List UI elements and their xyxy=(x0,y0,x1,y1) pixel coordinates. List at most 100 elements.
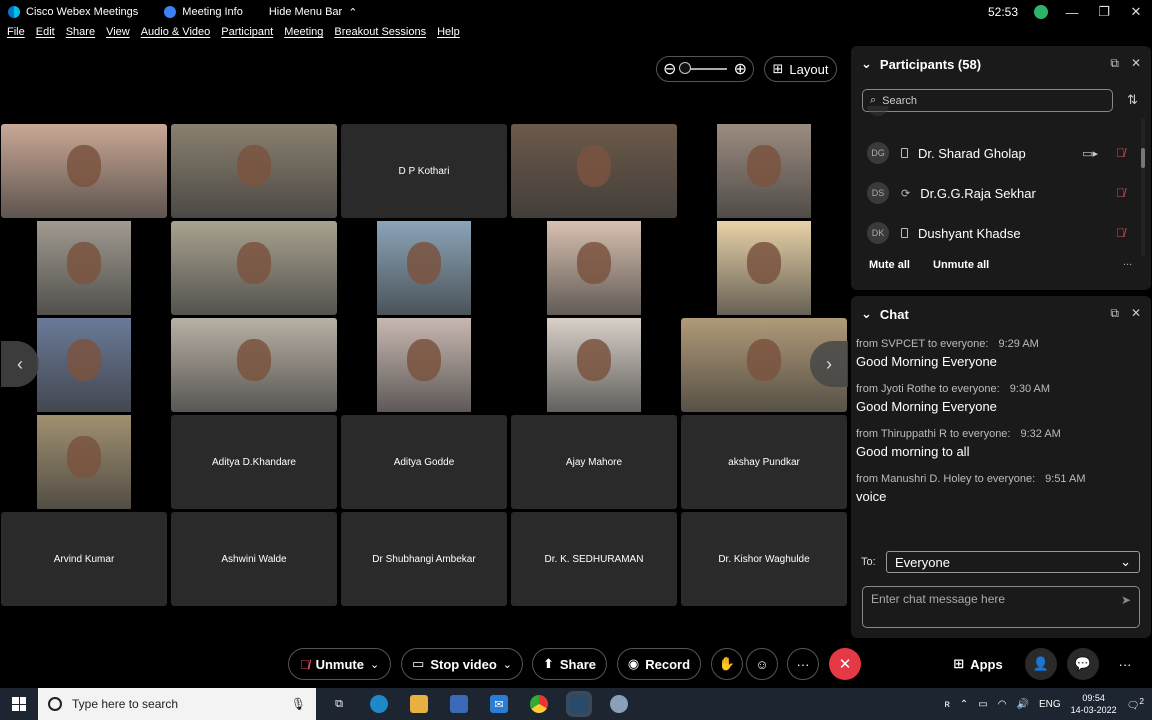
participant-row[interactable]: DS ⟳ Dr.G.G.Raja Sekhar 🎙̸ xyxy=(867,180,1137,206)
participant-tile[interactable] xyxy=(681,221,847,315)
participant-face xyxy=(577,338,611,381)
file-explorer-icon[interactable] xyxy=(410,695,428,713)
zoom-in-icon[interactable]: ⊕ xyxy=(734,59,747,79)
menu-view[interactable]: View xyxy=(106,26,130,44)
microsoft-store-icon[interactable] xyxy=(450,695,468,713)
record-button[interactable]: ◉ Record xyxy=(617,648,701,680)
task-view-icon[interactable]: ⧉ xyxy=(330,695,348,713)
menu-participant[interactable]: Participant xyxy=(221,26,273,44)
notifications-icon[interactable]: 🗨2 xyxy=(1127,696,1144,711)
participant-tile[interactable] xyxy=(341,221,507,315)
stop-video-button[interactable]: ▭ Stop video ⌄ xyxy=(401,648,523,680)
hide-menu-bar-button[interactable]: Hide Menu Bar ⌃ xyxy=(269,6,358,19)
close-panel-icon[interactable]: ✕ xyxy=(1131,56,1141,71)
chevron-down-icon[interactable]: ⌄ xyxy=(370,658,379,671)
participant-tile[interactable] xyxy=(171,124,337,218)
menu-file[interactable]: File xyxy=(7,26,25,44)
more-options-button[interactable]: ... xyxy=(1123,256,1132,268)
participant-row[interactable]: DK Dushyant Khadse 🎙̸ xyxy=(867,220,1137,246)
menu-share[interactable]: Share xyxy=(66,26,95,44)
unmute-all-button[interactable]: Unmute all xyxy=(933,259,989,271)
participant-tile[interactable]: Dr. Kishor Waghulde xyxy=(681,512,847,606)
popout-icon[interactable]: ⧉ xyxy=(1110,306,1119,321)
participant-tile[interactable]: Ashwini Walde xyxy=(171,512,337,606)
scrollbar-thumb[interactable] xyxy=(1141,148,1145,168)
mic-muted-icon[interactable]: 🎙̸ xyxy=(1116,226,1125,240)
chevron-up-icon[interactable]: ⌃ xyxy=(960,699,968,710)
person-icon: 👤 xyxy=(1032,656,1050,671)
popout-icon[interactable]: ⧉ xyxy=(1110,56,1119,71)
chrome-icon[interactable] xyxy=(530,695,548,713)
chat-recipient-select[interactable]: Everyone ⌄ xyxy=(886,551,1140,573)
menu-breakout-sessions[interactable]: Breakout Sessions xyxy=(334,26,426,44)
participants-toggle-button[interactable]: 👤 xyxy=(1025,648,1057,680)
chat-toggle-button[interactable]: 💬 xyxy=(1067,648,1099,680)
video-feed xyxy=(37,318,131,412)
participant-tile[interactable] xyxy=(1,221,167,315)
participant-tile[interactable]: Aditya Godde xyxy=(341,415,507,509)
app-icon[interactable] xyxy=(610,695,628,713)
more-options-button[interactable]: ··· xyxy=(787,648,819,680)
video-feed xyxy=(377,221,471,315)
participant-tile[interactable]: akshay Pundkar xyxy=(681,415,847,509)
edge-browser-icon[interactable] xyxy=(370,695,388,713)
participant-row[interactable]: DG Dr. Sharad Gholap ▭▸ 🎙̸ xyxy=(867,140,1137,166)
people-icon[interactable]: ʀ xyxy=(944,699,949,710)
participant-tile[interactable]: Dr. K. SEDHURAMAN xyxy=(511,512,677,606)
participant-tile[interactable] xyxy=(341,318,507,412)
reactions-button[interactable]: ☺ xyxy=(746,648,778,680)
microphone-icon[interactable]: 🎙 xyxy=(291,697,306,711)
participant-tile[interactable] xyxy=(171,318,337,412)
taskbar-search-input[interactable]: Type here to search 🎙 xyxy=(38,688,316,720)
mute-all-button[interactable]: Mute all xyxy=(869,259,910,271)
mic-muted-icon[interactable]: 🎙̸ xyxy=(1116,146,1125,160)
participant-tile[interactable] xyxy=(511,124,677,218)
panel-more-button[interactable]: ··· xyxy=(1109,648,1141,680)
share-button[interactable]: ⬆ Share xyxy=(532,648,607,680)
participants-header[interactable]: ⌄ Participants (58) xyxy=(861,56,981,72)
network-icon[interactable]: ▭ xyxy=(978,699,987,710)
menu-help[interactable]: Help xyxy=(437,26,460,44)
participant-tile[interactable] xyxy=(681,124,847,218)
chat-header[interactable]: ⌄ Chat xyxy=(861,306,909,322)
participant-tile[interactable] xyxy=(511,221,677,315)
participant-tile[interactable] xyxy=(171,221,337,315)
restore-icon[interactable]: ❐ xyxy=(1096,4,1112,20)
chevron-down-icon[interactable]: ⌄ xyxy=(503,658,512,671)
leave-meeting-button[interactable]: ✕ xyxy=(829,648,861,680)
zoom-out-icon[interactable]: ⊖ xyxy=(663,59,676,79)
participant-tile[interactable]: Arvind Kumar xyxy=(1,512,167,606)
zoom-slider-knob[interactable] xyxy=(679,62,691,74)
layout-button[interactable]: ⊞ Layout xyxy=(764,56,837,82)
zoom-slider[interactable] xyxy=(679,62,727,74)
menu-meeting[interactable]: Meeting xyxy=(284,26,323,44)
raise-hand-button[interactable]: ✋ xyxy=(711,648,743,680)
webex-taskbar-icon[interactable] xyxy=(566,691,592,717)
wifi-icon[interactable]: ◠ xyxy=(998,699,1007,710)
start-button[interactable] xyxy=(0,688,38,720)
chat-message-input[interactable]: Enter chat message here ➤ xyxy=(862,586,1140,628)
language-indicator[interactable]: ENG xyxy=(1039,699,1061,710)
send-icon[interactable]: ➤ xyxy=(1121,593,1131,607)
close-panel-icon[interactable]: ✕ xyxy=(1131,306,1141,321)
volume-icon[interactable]: 🔊 xyxy=(1016,699,1028,710)
menu-edit[interactable]: Edit xyxy=(36,26,55,44)
meeting-info-button[interactable]: Meeting Info xyxy=(164,6,243,18)
participant-tile[interactable]: Aditya D.Khandare xyxy=(171,415,337,509)
mic-muted-icon[interactable]: 🎙̸ xyxy=(1116,186,1125,200)
participant-tile[interactable]: Dr Shubhangi Ambekar xyxy=(341,512,507,606)
minimize-icon[interactable]: — xyxy=(1064,5,1080,20)
next-page-button[interactable]: › xyxy=(810,341,848,387)
clock[interactable]: 09:54 14-03-2022 xyxy=(1071,692,1117,716)
mail-icon[interactable]: ✉ xyxy=(490,695,508,713)
participant-tile[interactable] xyxy=(1,124,167,218)
participant-tile[interactable]: Ajay Mahore xyxy=(511,415,677,509)
participants-scrollbar[interactable] xyxy=(1141,118,1145,256)
apps-button[interactable]: ⊞ Apps xyxy=(943,648,1013,680)
menu-audio-video[interactable]: Audio & Video xyxy=(141,26,211,44)
participant-tile[interactable] xyxy=(1,415,167,509)
participant-tile[interactable]: D P Kothari xyxy=(341,124,507,218)
participant-tile[interactable] xyxy=(511,318,677,412)
unmute-button[interactable]: 🎙̸ Unmute ⌄ xyxy=(288,648,391,680)
close-icon[interactable]: ✕ xyxy=(1128,4,1144,20)
